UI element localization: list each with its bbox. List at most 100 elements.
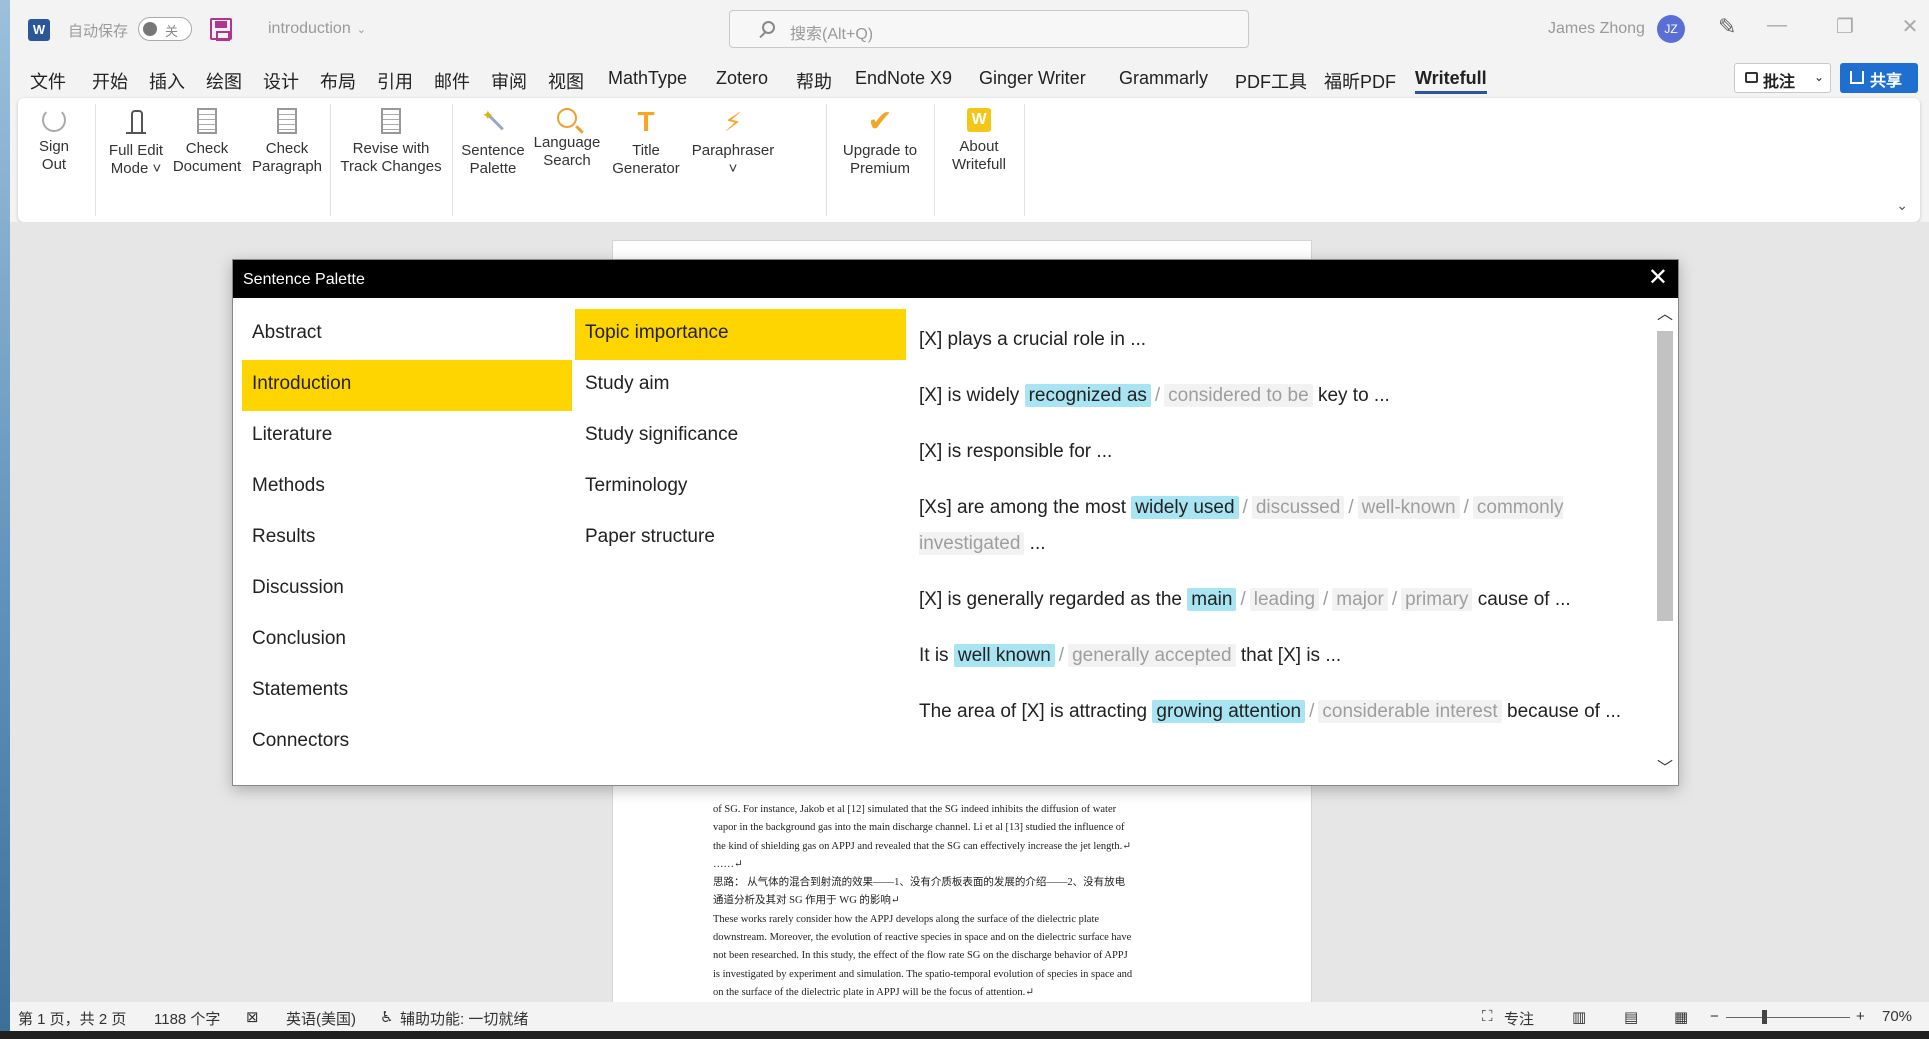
tab-draw[interactable]: 绘图 — [206, 68, 242, 94]
print-layout-icon[interactable]: ▤ — [1624, 1008, 1638, 1026]
revise-track-changes-button[interactable]: Revise with Track Changes — [336, 108, 446, 176]
phrase-alternative-option[interactable]: considered to be — [1164, 384, 1313, 407]
section-statements[interactable]: Statements — [242, 666, 572, 717]
phrase-alternative-option[interactable]: primary — [1401, 588, 1473, 611]
page-info[interactable]: 第 1 页，共 2 页 — [18, 1008, 126, 1029]
check-document-button[interactable]: Check Document — [170, 108, 244, 176]
tab-grammarly[interactable]: Grammarly — [1119, 68, 1208, 89]
tab-home[interactable]: 开始 — [92, 68, 128, 94]
close-icon[interactable]: ✕ — [1895, 14, 1925, 39]
web-layout-icon[interactable]: ▦ — [1674, 1008, 1688, 1026]
scroll-down-icon[interactable]: ﹀ — [1657, 761, 1673, 777]
zoom-level[interactable]: 70% — [1882, 1008, 1912, 1025]
read-mode-icon[interactable]: ▥ — [1572, 1008, 1586, 1026]
phrase-alternative-option[interactable]: major — [1332, 588, 1388, 611]
section-methods[interactable]: Methods — [242, 462, 572, 513]
section-discussion[interactable]: Discussion — [242, 564, 572, 615]
topic-study-significance[interactable]: Study significance — [575, 411, 906, 462]
section-introduction[interactable]: Introduction — [242, 360, 572, 411]
sentence-palette-button[interactable]: Sentence Palette — [458, 106, 528, 178]
phrase-highlight-option[interactable]: recognized as — [1024, 384, 1151, 407]
tab-layout[interactable]: 布局 — [320, 68, 356, 94]
section-results[interactable]: Results — [242, 513, 572, 564]
word-count[interactable]: 1188 个字 — [154, 1008, 220, 1029]
zoom-out-button[interactable]: − — [1710, 1008, 1719, 1025]
zoom-slider-thumb[interactable] — [1761, 1010, 1767, 1024]
scrollbar-thumb[interactable] — [1657, 331, 1673, 621]
section-literature[interactable]: Literature — [242, 411, 572, 462]
topic-terminology[interactable]: Terminology — [575, 462, 906, 513]
phrase-alternative-option[interactable]: discussed — [1251, 496, 1345, 519]
topic-importance[interactable]: Topic importance — [575, 309, 906, 360]
check-paragraph-button[interactable]: Check Paragraph — [250, 108, 324, 176]
phrase-alternative-option[interactable]: generally accepted — [1068, 644, 1236, 667]
tab-review[interactable]: 审阅 — [491, 68, 527, 94]
scroll-up-icon[interactable]: ︿ — [1657, 307, 1673, 323]
section-abstract[interactable]: Abstract — [242, 309, 572, 360]
focus-mode[interactable]: 专注 — [1504, 1008, 1534, 1029]
title-generator-button[interactable]: T Title Generator — [608, 108, 684, 178]
topic-paper-structure[interactable]: Paper structure — [575, 513, 906, 564]
user-name[interactable]: James Zhong — [1548, 20, 1645, 38]
tab-zotero[interactable]: Zotero — [716, 68, 768, 89]
phrase-item[interactable]: The area of [X] is attracting growing at… — [919, 694, 1629, 730]
close-icon[interactable]: ✕ — [1648, 266, 1668, 290]
upgrade-premium-button[interactable]: ✔ Upgrade to Premium — [832, 107, 928, 178]
about-writefull-button[interactable]: W About Writefull — [940, 108, 1018, 174]
tab-foxit-pdf[interactable]: 福昕PDF — [1324, 68, 1396, 94]
comments-label: 批注 — [1763, 74, 1796, 91]
writefull-ribbon: Sign Out Full Edit Mode ˅ Check Document… — [18, 98, 1920, 222]
sign-out-button[interactable]: Sign Out — [32, 108, 76, 174]
tab-references[interactable]: 引用 — [377, 68, 413, 94]
share-button[interactable]: 共享 — [1840, 63, 1918, 93]
phrase-item[interactable]: [X] is generally regarded as the main / le… — [919, 582, 1629, 618]
tab-insert[interactable]: 插入 — [149, 68, 185, 94]
autosave-toggle[interactable]: 关 — [138, 17, 192, 41]
save-icon[interactable] — [210, 18, 232, 41]
tab-writefull[interactable]: Writefull — [1415, 68, 1487, 94]
zoom-in-button[interactable]: + — [1856, 1008, 1865, 1025]
dialog-scrollbar[interactable]: ︿ ﹀ — [1655, 303, 1675, 781]
section-connectors[interactable]: Connectors — [242, 717, 572, 768]
tab-view[interactable]: 视图 — [548, 68, 584, 94]
phrase-item[interactable]: It is well known / generally accepted that… — [919, 638, 1629, 674]
phrase-highlight-option[interactable]: main — [1187, 588, 1237, 611]
tab-mailings[interactable]: 邮件 — [434, 68, 470, 94]
accessibility-status[interactable]: 辅助功能: 一切就绪 — [400, 1008, 528, 1029]
pen-icon[interactable]: ✎ — [1718, 14, 1736, 40]
phrase-item[interactable]: [X] is widely recognized as / considered t… — [919, 378, 1629, 414]
phrase-alternative-option[interactable]: leading — [1249, 588, 1320, 611]
phrase-item[interactable]: [X] is responsible for ... — [919, 434, 1629, 470]
chevron-down-icon[interactable]: ⌄ — [1896, 197, 1908, 214]
topic-study-aim[interactable]: Study aim — [575, 360, 906, 411]
tab-file[interactable]: 文件 — [30, 68, 66, 94]
paraphraser-button[interactable]: ⚡ Paraphraser ˅ — [688, 108, 778, 178]
phrase-text: cause of ... — [1472, 589, 1571, 610]
zoom-slider[interactable] — [1726, 1017, 1850, 1018]
tab-mathtype[interactable]: MathType — [608, 68, 687, 89]
tab-ginger-writer[interactable]: Ginger Writer — [979, 68, 1086, 89]
comments-button[interactable]: 批注 ⌄ — [1734, 63, 1831, 93]
document-name[interactable]: introduction ⌄ — [268, 20, 366, 38]
tab-help[interactable]: 帮助 — [796, 68, 832, 94]
section-conclusion[interactable]: Conclusion — [242, 615, 572, 666]
restore-icon[interactable]: ❐ — [1830, 14, 1860, 39]
minimize-icon[interactable]: — — [1762, 14, 1792, 37]
phrase-highlight-option[interactable]: well known — [953, 644, 1055, 667]
proofing-icon[interactable]: ⊠ — [246, 1008, 259, 1026]
phrase-highlight-option[interactable]: growing attention — [1152, 700, 1306, 723]
phrase-alternative-option[interactable]: considerable interest — [1318, 700, 1502, 723]
avatar[interactable]: JZ — [1657, 15, 1685, 43]
phrase-item[interactable]: [Xs] are among the most widely used / disc… — [919, 490, 1629, 562]
phrase-item[interactable]: [X] plays a crucial role in ... — [919, 322, 1629, 358]
tab-endnote[interactable]: EndNote X9 — [855, 68, 952, 89]
search-box[interactable]: 搜索(Alt+Q) — [729, 10, 1249, 48]
full-edit-mode-button[interactable]: Full Edit Mode ˅ — [103, 108, 169, 178]
phrase-highlight-option[interactable]: widely used — [1131, 496, 1239, 519]
language-status[interactable]: 英语(美国) — [286, 1008, 356, 1029]
language-search-button[interactable]: Language Search — [530, 108, 604, 170]
tab-pdf-tools[interactable]: PDF工具 — [1235, 68, 1307, 94]
phrase-alternative-option[interactable]: well-known — [1357, 496, 1460, 519]
tab-design[interactable]: 设计 — [263, 68, 299, 94]
language-search-line2: Search — [543, 152, 591, 169]
